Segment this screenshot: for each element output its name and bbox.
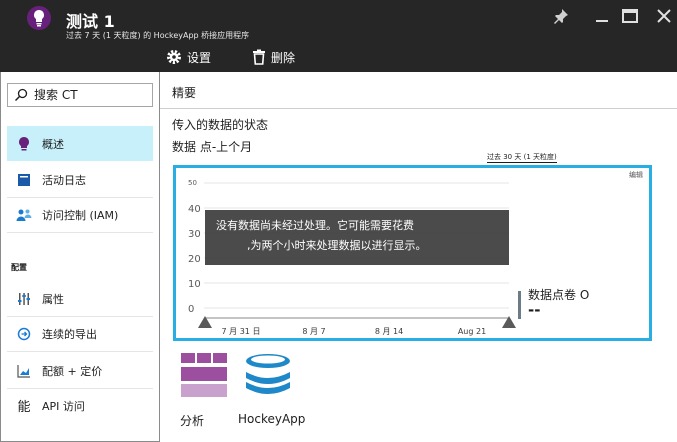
sidebar-item-api[interactable]: 能 API 访问 (7, 388, 153, 423)
kpi-accent-bar (518, 291, 521, 319)
no-data-overlay: 没有数据尚未经过处理。它可能需要花费 ,为两个小时来处理数据以进行显示。 (205, 210, 509, 265)
sliders-icon (16, 291, 32, 307)
search-input[interactable] (34, 88, 144, 102)
settings-button[interactable]: 设置 (166, 47, 211, 67)
essentials-title: 精要 (172, 86, 197, 100)
blade-subtitle: 过去 7 天 (1 天粒度) 的 HockeyApp 桥接应用程序 (66, 31, 250, 40)
close-icon[interactable] (654, 6, 674, 26)
y-tick-label: 0 (188, 304, 194, 315)
x-tick-label: 7 月 31 日 (222, 327, 261, 336)
y-tick-label: 50 (188, 179, 197, 187)
sidebar-item-quota[interactable]: 配额 + 定价 (7, 354, 153, 389)
data-points-subtitle: 数据 点-上个月 (172, 140, 253, 154)
api-icon: 能 (17, 400, 31, 415)
sidebar-item-iam[interactable]: 访问控制 (IAM) (7, 198, 153, 233)
y-tick-label: 30 (188, 229, 201, 240)
search-icon (14, 88, 28, 102)
delete-button[interactable]: 删除 (252, 47, 295, 67)
minimize-icon[interactable] (592, 6, 612, 26)
incoming-data-title: 传入的数据的状态 (172, 118, 269, 132)
blade-title: 测试 1 (66, 12, 115, 31)
overlay-text-line2: ,为两个小时来处理数据以进行显示。 (247, 239, 427, 252)
main-blade: 精要 传入的数据的状态 数据 点-上个月 过去 30 天 (1 天粒度) 编辑 … (160, 72, 677, 442)
sidebar-item-label: 访问控制 (IAM) (42, 209, 119, 222)
overlay-text-line1: 没有数据尚未经过处理。它可能需要花费 (216, 219, 414, 232)
y-tick-label: 10 (188, 279, 201, 290)
hockeyapp-icon (246, 354, 290, 394)
people-icon (16, 207, 32, 223)
hockeyapp-tool[interactable]: HockeyApp (238, 352, 308, 432)
chart-icon (16, 363, 32, 379)
x-tick-label: Aug 21 (458, 327, 486, 336)
resource-menu: 概述 活动日志 访问控制 (IAM) 配置 属性 连续的导出 配额 + 定价 能… (0, 72, 160, 442)
sidebar-item-label: 连续的导出 (42, 328, 97, 341)
x-tick-label: 8 月 14 (375, 327, 403, 336)
kpi-value: -- (528, 301, 541, 319)
log-book-icon (16, 172, 32, 188)
hockeyapp-label: HockeyApp (238, 412, 306, 426)
analytics-label: 分析 (180, 414, 205, 428)
export-icon (16, 326, 32, 342)
trash-icon (253, 49, 265, 65)
divider (160, 108, 677, 109)
sidebar-item-label: 属性 (42, 293, 64, 306)
analytics-icon (181, 353, 227, 397)
sidebar-item-activity-log[interactable]: 活动日志 (7, 163, 153, 198)
sidebar-item-label: API 访问 (42, 399, 85, 413)
config-section-label: 配置 (11, 263, 27, 272)
y-tick-label: 20 (188, 254, 201, 265)
sidebar-item-overview[interactable]: 概述 (7, 126, 153, 161)
maximize-icon[interactable] (620, 6, 640, 26)
blade-header: 测试 1 过去 7 天 (1 天粒度) 的 HockeyApp 桥接应用程序 设… (0, 0, 677, 72)
sidebar-item-label: 活动日志 (42, 174, 86, 187)
y-tick-label: 40 (188, 204, 201, 215)
search-box[interactable] (7, 83, 153, 107)
sidebar-item-export[interactable]: 连续的导出 (7, 317, 153, 352)
settings-label: 设置 (187, 50, 212, 65)
lightbulb-icon (16, 136, 32, 152)
pin-icon[interactable] (551, 6, 571, 26)
x-tick-label: 8 月 7 (302, 327, 325, 336)
sidebar-item-label: 概述 (42, 137, 64, 151)
data-points-chart-tile[interactable]: 编辑 50 40 30 20 10 0 7 月 31 日8 月 78 月 14 Aug 21 … (173, 165, 652, 341)
sidebar-item-properties[interactable]: 属性 (7, 282, 153, 317)
sidebar-item-label: 配额 + 定价 (42, 365, 103, 378)
delete-label: 删除 (271, 50, 296, 65)
time-range-label: 过去 30 天 (1 天粒度) (487, 153, 557, 163)
gear-icon (167, 50, 181, 64)
app-lightbulb-icon (27, 6, 51, 30)
